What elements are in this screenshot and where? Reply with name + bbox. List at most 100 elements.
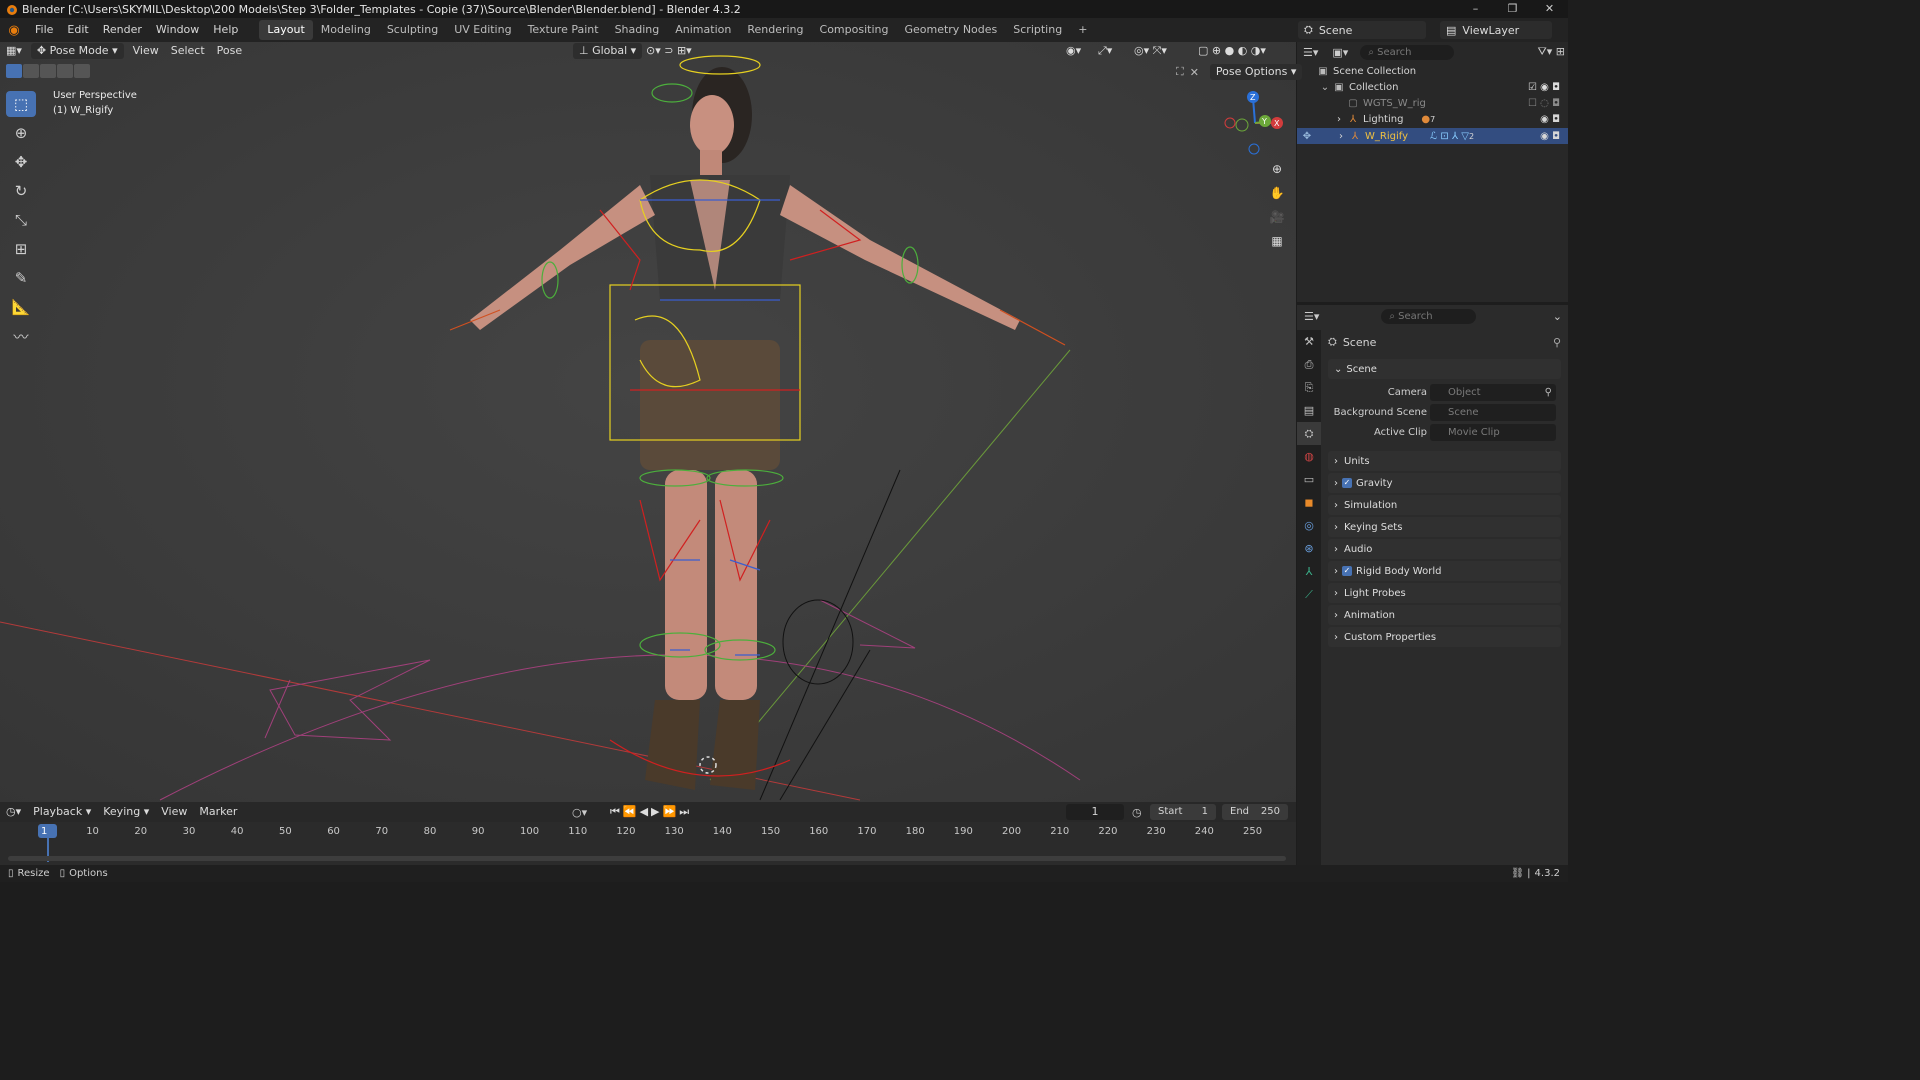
close-button[interactable]: ✕ xyxy=(1531,0,1568,18)
gravity-checkbox[interactable]: ✓ xyxy=(1342,478,1352,488)
menu-file[interactable]: File xyxy=(28,18,60,42)
current-frame-field[interactable]: 1 xyxy=(1066,804,1124,820)
perspective-grid-icon[interactable]: ▦ xyxy=(1266,230,1288,252)
select-extend-icon[interactable] xyxy=(23,64,39,78)
playback-menu[interactable]: Playback ▾ xyxy=(27,803,97,821)
properties-search[interactable]: ⌕ Search xyxy=(1381,309,1477,324)
overlay-toggle-icon[interactable]: ◎▾ ⤧▾ xyxy=(1128,42,1173,60)
panel-rigid-body-header[interactable]: › ✓ Rigid Body World xyxy=(1328,561,1561,581)
view-layer-selector[interactable]: ▤ ViewLayer xyxy=(1440,21,1552,39)
transform-tool-icon[interactable]: ⊞ xyxy=(6,236,36,262)
tab-rendering[interactable]: Rendering xyxy=(739,20,811,40)
menu-window[interactable]: Window xyxy=(149,18,206,42)
filter-icon[interactable]: ⛛▾ ⊞ xyxy=(1538,45,1565,59)
editor-type-icon[interactable]: ▦▾ xyxy=(0,42,28,60)
pose-options-dropdown[interactable]: Pose Options ▾ xyxy=(1209,64,1303,80)
visibility-toggles[interactable]: ◉ ◘ xyxy=(1540,131,1560,142)
display-mode-icon[interactable]: ▣▾ xyxy=(1332,46,1348,59)
menu-render[interactable]: Render xyxy=(96,18,149,42)
start-frame-field[interactable]: Start 1 xyxy=(1150,804,1216,820)
constraints-tab-icon[interactable]: ⊛ xyxy=(1297,537,1321,560)
eyedropper-icon[interactable]: ⚲ xyxy=(1545,384,1552,401)
tool-tab-icon[interactable]: ⚒ xyxy=(1297,330,1321,353)
visibility-toggles[interactable]: ◉ ◘ xyxy=(1540,114,1560,125)
visibility-toggles[interactable]: ☐ ◌ ◘ xyxy=(1528,98,1560,109)
tab-compositing[interactable]: Compositing xyxy=(812,20,897,40)
scene-selector[interactable]: ⛭ Scene xyxy=(1298,21,1426,39)
panel-custom-props-header[interactable]: › Custom Properties xyxy=(1328,627,1561,647)
timeline-scrollbar[interactable] xyxy=(8,856,1286,861)
outliner-item-lighting[interactable]: › ⅄ Lighting ● 7 ◉ ◘ xyxy=(1297,111,1568,127)
mode-dropdown[interactable]: ✥ Pose Mode ▾ xyxy=(30,43,124,59)
camera-field[interactable]: Object ⚲ xyxy=(1430,384,1556,401)
tab-animation[interactable]: Animation xyxy=(667,20,739,40)
armature-data-tab-icon[interactable]: ⅄ xyxy=(1297,560,1321,583)
menu-select[interactable]: Select xyxy=(165,42,211,60)
menu-pose[interactable]: Pose xyxy=(211,42,248,60)
tab-scripting[interactable]: Scripting xyxy=(1005,20,1070,40)
select-intersect-icon[interactable] xyxy=(74,64,90,78)
tab-shading[interactable]: Shading xyxy=(607,20,668,40)
collection-tab-icon[interactable]: ▭ xyxy=(1297,468,1321,491)
cursor-tool-icon[interactable]: ⊕ xyxy=(6,120,36,146)
zoom-icon[interactable]: ⊕ xyxy=(1266,158,1288,180)
3d-viewport[interactable] xyxy=(0,42,1296,802)
tab-layout[interactable]: Layout xyxy=(259,20,313,40)
timeline[interactable]: 1 10 20 30 40 50 60 70 80 90 100 110 120 130 140 150 160… xyxy=(0,822,1296,865)
select-invert-icon[interactable] xyxy=(57,64,73,78)
menu-view[interactable]: View xyxy=(127,42,165,60)
outliner-item-wgts[interactable]: ▢ WGTS_W_rig ☐ ◌ ◘ xyxy=(1297,95,1568,111)
end-frame-field[interactable]: End 250 xyxy=(1222,804,1288,820)
xray-icon[interactable]: ⛶ xyxy=(1176,65,1184,79)
timeline-view-menu[interactable]: View xyxy=(155,803,193,821)
rigid-body-checkbox[interactable]: ✓ xyxy=(1342,566,1352,576)
render-tab-icon[interactable]: ⎙ xyxy=(1297,353,1321,376)
tab-sculpting[interactable]: Sculpting xyxy=(379,20,446,40)
expand-chevron-icon[interactable]: › xyxy=(1335,131,1347,142)
output-tab-icon[interactable]: ⎘ xyxy=(1297,376,1321,399)
tab-texture-paint[interactable]: Texture Paint xyxy=(520,20,607,40)
rotate-tool-icon[interactable]: ↻ xyxy=(6,178,36,204)
scene-tab-icon[interactable]: ⛭ xyxy=(1297,422,1321,445)
timeline-editor-icon[interactable]: ◷▾ xyxy=(0,803,27,821)
menu-help[interactable]: Help xyxy=(206,18,245,42)
keying-menu[interactable]: Keying ▾ xyxy=(97,803,155,821)
panel-scene-header[interactable]: ⌄ Scene xyxy=(1328,359,1561,379)
properties-editor-icon[interactable]: ☰▾ xyxy=(1304,310,1319,323)
panel-gravity-header[interactable]: › ✓ Gravity xyxy=(1328,473,1561,493)
collection-row[interactable]: ⌄ ▣ Collection ☑ ◉ ◘ xyxy=(1297,79,1568,95)
panel-animation-header[interactable]: › Animation xyxy=(1328,605,1561,625)
visibility-toggles[interactable]: ☑ ◉ ◘ xyxy=(1528,82,1560,93)
background-scene-field[interactable]: Scene xyxy=(1430,404,1556,421)
measure-tool-icon[interactable]: 📐 xyxy=(6,294,36,320)
panel-simulation-header[interactable]: › Simulation xyxy=(1328,495,1561,515)
select-new-icon[interactable] xyxy=(6,64,22,78)
outliner-search[interactable]: ⌕ Search xyxy=(1360,44,1455,60)
navigation-gizmo[interactable]: Z X Y xyxy=(1220,88,1290,158)
pan-hand-icon[interactable]: ✋ xyxy=(1266,182,1288,204)
shading-mode-icons[interactable]: ▢ ⊕ ● ◐ ◑▾ xyxy=(1192,42,1272,60)
add-workspace-button[interactable]: + xyxy=(1070,20,1095,40)
menu-edit[interactable]: Edit xyxy=(60,18,95,42)
outliner-item-w-rigify[interactable]: ✥ › ⅄ W_Rigify ℒ ⊡ ⅄ ▽ 2 ◉ ◘ xyxy=(1297,128,1568,144)
maximize-button[interactable]: ❐ xyxy=(1494,0,1531,18)
select-box-tool-icon[interactable]: ⬚ xyxy=(6,91,36,117)
blender-menu-icon[interactable]: ◉ xyxy=(0,23,28,38)
active-clip-field[interactable]: Movie Clip xyxy=(1430,424,1556,441)
annotate-tool-icon[interactable]: ✎ xyxy=(6,265,36,291)
playback-controls-icons[interactable]: ⏮⏪◀▶⏩⏭ xyxy=(610,805,692,819)
world-tab-icon[interactable]: ◍ xyxy=(1297,445,1321,468)
chevron-down-icon[interactable]: ⌄ xyxy=(1553,310,1562,323)
marker-menu[interactable]: Marker xyxy=(193,803,243,821)
expand-chevron-icon[interactable]: › xyxy=(1333,114,1345,125)
move-tool-icon[interactable]: ✥ xyxy=(6,149,36,175)
stopwatch-icon[interactable]: ◷ xyxy=(1132,806,1142,819)
panel-units-header[interactable]: › Units xyxy=(1328,451,1561,471)
panel-light-probes-header[interactable]: › Light Probes xyxy=(1328,583,1561,603)
collapse-chevron-icon[interactable]: ⌄ xyxy=(1319,82,1331,93)
record-icon[interactable]: ○▾ xyxy=(572,806,587,819)
gizmo-toggle-icon[interactable]: ⤢▾ xyxy=(1092,42,1118,60)
outliner-editor-icon[interactable]: ☰▾ xyxy=(1303,46,1318,59)
view-layer-tab-icon[interactable]: ▤ xyxy=(1297,399,1321,422)
pivot-icon[interactable]: ⊙▾ ⊃ ⊞▾ xyxy=(640,42,698,60)
